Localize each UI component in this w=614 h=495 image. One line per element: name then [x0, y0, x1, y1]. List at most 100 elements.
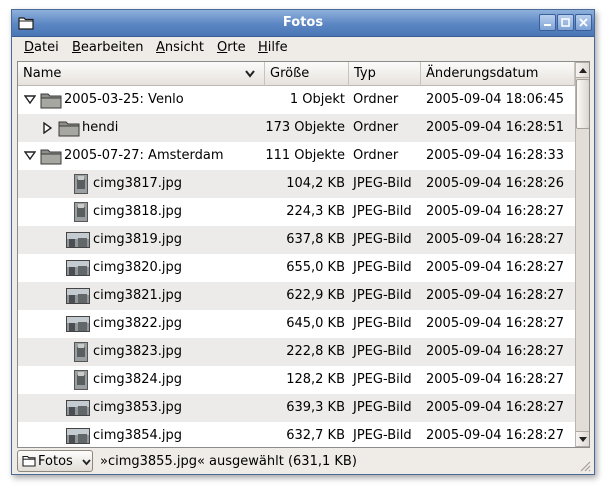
file-list[interactable]: Name Größe Typ Änderungsdatum 2005-03-25…	[17, 61, 590, 448]
expander-collapsed-icon[interactable]	[42, 121, 53, 138]
location-dropdown[interactable]: Fotos	[17, 450, 93, 472]
cell-name: 2005-03-25: Venlo	[64, 92, 184, 107]
cell-size: 111 Objekte	[265, 148, 345, 163]
cell-type: JPEG-Bild	[353, 176, 412, 191]
image-thumbnail-icon	[74, 174, 88, 198]
cell-type: JPEG-Bild	[353, 344, 412, 359]
cell-date: 2005-09-04 16:28:27	[426, 316, 565, 331]
cell-date: 2005-09-04 18:06:45	[426, 92, 565, 107]
image-thumbnail-icon	[74, 370, 88, 394]
cell-date: 2005-09-04 16:28:27	[426, 260, 565, 275]
title-bar[interactable]: Fotos	[12, 10, 594, 37]
cell-date: 2005-09-04 16:28:26	[426, 176, 565, 191]
expander-expanded-icon[interactable]	[23, 94, 37, 109]
menu-hilfe[interactable]: Hilfe	[258, 40, 288, 55]
cell-type: JPEG-Bild	[353, 288, 412, 303]
cell-size: 128,2 KB	[286, 372, 345, 387]
scrollbar-thumb[interactable]	[576, 79, 589, 129]
maximize-button[interactable]	[557, 14, 574, 31]
cell-size: 222,8 KB	[286, 344, 345, 359]
menu-orte[interactable]: Orte	[217, 40, 246, 55]
cell-date: 2005-09-04 16:28:27	[426, 428, 565, 443]
cell-name: cimg3817.jpg	[93, 176, 183, 191]
cell-size: 622,9 KB	[286, 288, 345, 303]
cell-size: 655,0 KB	[286, 260, 345, 275]
image-thumbnail-icon	[66, 232, 90, 252]
status-bar: Fotos »cimg3855.jpg« ausgewählt (631,1 K…	[12, 450, 594, 474]
folder-icon	[40, 91, 62, 113]
column-header-size[interactable]: Größe	[265, 62, 349, 86]
table-row[interactable]: cimg3817.jpg 104,2 KB JPEG-Bild 2005-09-04 …	[18, 170, 575, 198]
table-row[interactable]: cimg3820.jpg 655,0 KB JPEG-Bild 2005-09-04 …	[18, 254, 575, 282]
status-text: »cimg3855.jpg« ausgewählt (631,1 KB)	[100, 454, 357, 469]
expander-expanded-icon[interactable]	[23, 150, 37, 165]
cell-type: JPEG-Bild	[353, 204, 412, 219]
table-row[interactable]: cimg3821.jpg 622,9 KB JPEG-Bild 2005-09-04 …	[18, 282, 575, 310]
cell-type: JPEG-Bild	[353, 316, 412, 331]
image-thumbnail-icon	[66, 428, 90, 447]
vertical-scrollbar[interactable]	[575, 62, 589, 447]
table-row[interactable]: cimg3818.jpg 224,3 KB JPEG-Bild 2005-09-04 …	[18, 198, 575, 226]
cell-date: 2005-09-04 16:28:27	[426, 288, 565, 303]
menu-bar: Datei Bearbeiten Ansicht Orte Hilfe	[12, 37, 594, 59]
menu-ansicht[interactable]: Ansicht	[156, 40, 204, 55]
resize-grip-icon[interactable]	[579, 460, 591, 472]
cell-date: 2005-09-04 16:28:33	[426, 148, 565, 163]
cell-type: Ordner	[353, 92, 399, 107]
table-row[interactable]: cimg3854.jpg 632,7 KB JPEG-Bild 2005-09-04 …	[18, 422, 575, 447]
column-header-name[interactable]: Name	[18, 62, 265, 86]
cell-name: cimg3820.jpg	[93, 260, 183, 275]
minimize-icon	[544, 24, 551, 26]
table-row[interactable]: cimg3824.jpg 128,2 KB JPEG-Bild 2005-09-04 …	[18, 366, 575, 394]
cell-size: 1 Objekt	[289, 92, 345, 107]
chevron-down-icon	[82, 459, 91, 466]
window-title: Fotos	[282, 15, 324, 30]
image-thumbnail-icon	[66, 400, 90, 420]
column-header-date[interactable]: Änderungsdatum	[421, 62, 575, 86]
table-row[interactable]: 2005-03-25: Venlo 1 Objekt Ordner 2005-09-0…	[18, 86, 575, 114]
cell-size: 224,3 KB	[286, 204, 345, 219]
table-row[interactable]: cimg3822.jpg 645,0 KB JPEG-Bild 2005-09-04 …	[18, 310, 575, 338]
close-button[interactable]	[575, 14, 592, 31]
cell-type: JPEG-Bild	[353, 400, 412, 415]
cell-name: cimg3822.jpg	[93, 316, 183, 331]
cell-name: cimg3821.jpg	[93, 288, 183, 303]
column-header-type[interactable]: Typ	[349, 62, 421, 86]
table-row[interactable]: cimg3823.jpg 222,8 KB JPEG-Bild 2005-09-04 …	[18, 338, 575, 366]
file-manager-window: Fotos Datei Bearbeiten Ansicht Orte Hilf…	[11, 9, 595, 475]
cell-name: cimg3819.jpg	[93, 232, 183, 247]
image-thumbnail-icon	[66, 316, 90, 336]
arrow-down-icon	[579, 437, 587, 442]
cell-name: cimg3824.jpg	[93, 372, 183, 387]
cell-type: JPEG-Bild	[353, 260, 412, 275]
menu-bearbeiten[interactable]: Bearbeiten	[72, 40, 143, 55]
cell-size: 645,0 KB	[286, 316, 345, 331]
cell-size: 104,2 KB	[286, 176, 345, 191]
scroll-down-button[interactable]	[576, 431, 589, 447]
cell-size: 637,8 KB	[286, 232, 345, 247]
table-row[interactable]: hendi 173 Objekte Ordner 2005-09-04 16:28:5…	[18, 114, 575, 142]
cell-type: JPEG-Bild	[353, 232, 412, 247]
table-row[interactable]: 2005-07-27: Amsterdam 111 Objekte Ordner 20…	[18, 142, 575, 170]
cell-type: JPEG-Bild	[353, 372, 412, 387]
cell-size: 639,3 KB	[286, 400, 345, 415]
folder-icon	[58, 119, 80, 141]
cell-date: 2005-09-04 16:28:27	[426, 372, 565, 387]
cell-name: cimg3818.jpg	[93, 204, 183, 219]
sort-chevron-down-icon	[245, 70, 255, 78]
arrow-up-icon	[579, 68, 587, 73]
menu-datei[interactable]: Datei	[24, 40, 59, 55]
minimize-button[interactable]	[539, 14, 556, 31]
table-row[interactable]: cimg3819.jpg 637,8 KB JPEG-Bild 2005-09-04 …	[18, 226, 575, 254]
image-thumbnail-icon	[66, 260, 90, 280]
image-thumbnail-icon	[66, 288, 90, 308]
scroll-up-button[interactable]	[576, 62, 589, 78]
cell-date: 2005-09-04 16:28:51	[426, 120, 565, 135]
file-rows: 2005-03-25: Venlo 1 Objekt Ordner 2005-09-0…	[18, 86, 575, 447]
cell-name: cimg3854.jpg	[93, 428, 183, 443]
table-row[interactable]: cimg3853.jpg 639,3 KB JPEG-Bild 2005-09-04 …	[18, 394, 575, 422]
cell-type: JPEG-Bild	[353, 428, 412, 443]
cell-type: Ordner	[353, 148, 399, 163]
folder-icon	[40, 147, 62, 169]
cell-name: hendi	[82, 120, 119, 135]
